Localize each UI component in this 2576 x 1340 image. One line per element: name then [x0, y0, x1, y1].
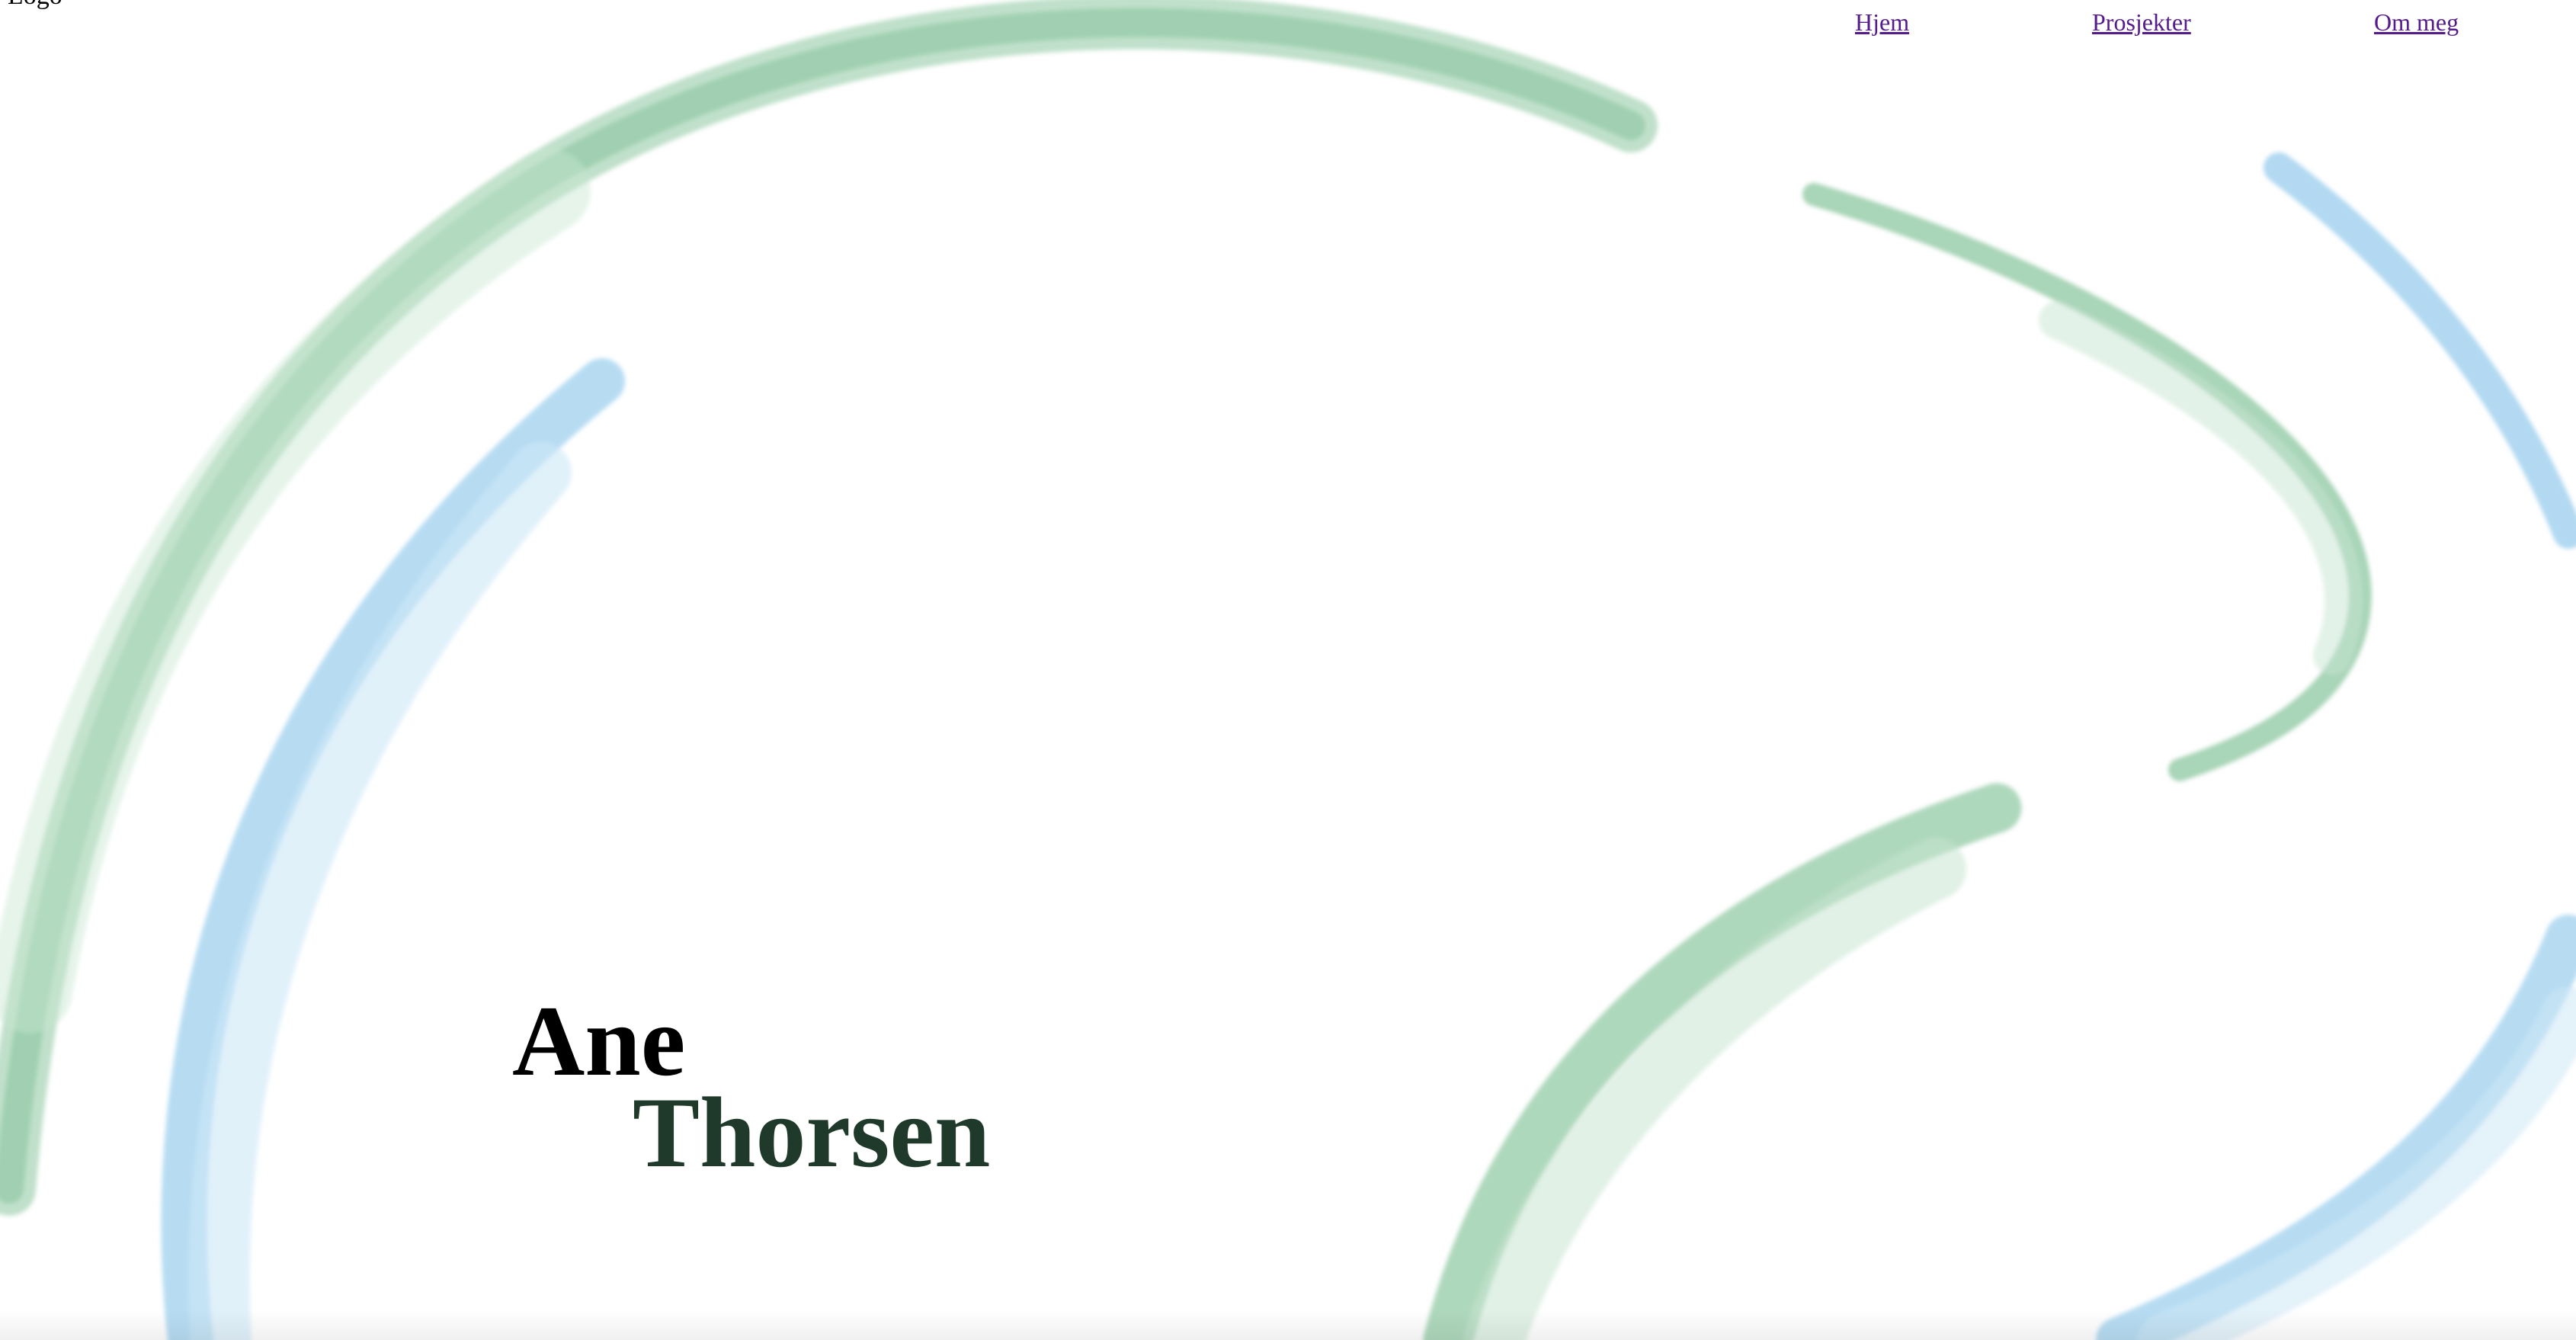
brush-stroke-green-right	[1802, 183, 2372, 781]
brush-stroke-green-bottom	[1423, 783, 2022, 1340]
nav-link-prosjekter[interactable]: Prosjekter	[2092, 8, 2191, 37]
brush-stroke-blue-bottom-right	[2096, 915, 2576, 1340]
bottom-edge-shadow	[0, 1310, 2576, 1340]
nav-link-om-meg[interactable]: Om meg	[2374, 8, 2459, 37]
page: Logo Hjem Prosjekter Om meg Ane Thorsen	[0, 0, 2576, 1340]
watercolor-brush-strokes-icon	[0, 0, 2576, 1340]
nav-link-hjem[interactable]: Hjem	[1855, 8, 1909, 37]
main-nav: Hjem Prosjekter Om meg	[0, 8, 2576, 53]
hero-last-name: Thorsen	[633, 1076, 991, 1188]
